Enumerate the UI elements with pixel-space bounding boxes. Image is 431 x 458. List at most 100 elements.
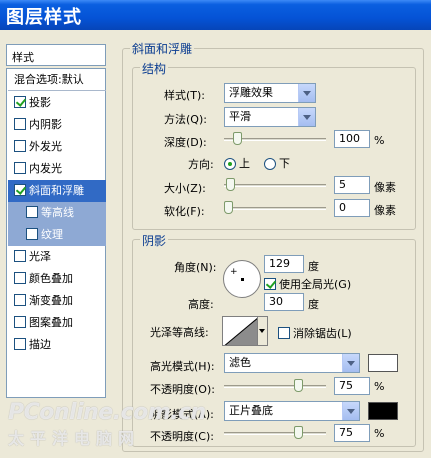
style-label: 样式(T): [164, 89, 206, 102]
pattern-overlay-checkbox[interactable] [14, 316, 26, 328]
direction-up-radio[interactable]: 上 [224, 155, 250, 171]
style-item-inner-glow[interactable]: 内发光 [8, 158, 106, 180]
angle-input[interactable]: 129 [264, 255, 304, 273]
drop-shadow-checkbox[interactable] [14, 96, 26, 108]
gradient-overlay-checkbox[interactable] [14, 294, 26, 306]
title-bar[interactable]: 图层样式 [0, 0, 431, 30]
window-title: 图层样式 [6, 7, 82, 28]
highlight-opacity-input[interactable]: 75 [334, 377, 370, 395]
shadow-mode-select[interactable]: 正片叠底 [224, 401, 360, 421]
radio-icon [224, 158, 236, 170]
soften-input[interactable]: 0 [334, 199, 370, 217]
highlight-mode-select[interactable]: 滤色 [224, 353, 360, 373]
color-overlay-checkbox[interactable] [14, 272, 26, 284]
style-item-label: 颜色叠加 [29, 272, 73, 285]
style-select[interactable]: 浮雕效果 [224, 83, 316, 103]
technique-label: 方法(Q): [164, 113, 207, 126]
size-label: 大小(Z): [164, 182, 206, 195]
direction-down-radio[interactable]: 下 [264, 155, 290, 171]
style-item-bevel-emboss[interactable]: 斜面和浮雕 [8, 180, 106, 202]
inner-shadow-checkbox[interactable] [14, 118, 26, 130]
slider-track [224, 207, 326, 210]
slider-thumb[interactable] [294, 426, 303, 439]
slider-thumb[interactable] [233, 132, 242, 145]
style-item-label: 内阴影 [29, 118, 62, 131]
soften-slider[interactable] [224, 201, 326, 214]
watermark-line1: PConline.com.cn [8, 400, 206, 425]
contour-dropdown-button[interactable] [258, 316, 268, 346]
chevron-down-icon [342, 354, 359, 372]
shadow-color-swatch[interactable] [368, 402, 398, 420]
style-item-label: 纹理 [41, 228, 63, 241]
depth-slider[interactable] [224, 132, 326, 145]
style-item-texture[interactable]: 纹理 [8, 224, 106, 246]
altitude-unit: 度 [308, 298, 319, 311]
radio-icon [264, 158, 276, 170]
style-item-contour[interactable]: 等高线 [8, 202, 106, 224]
style-item-label: 斜面和浮雕 [29, 184, 84, 197]
slider-track [224, 432, 326, 435]
outer-glow-checkbox[interactable] [14, 140, 26, 152]
highlight-color-swatch[interactable] [368, 354, 398, 372]
satin-checkbox[interactable] [14, 250, 26, 262]
anti-alias-checkbox[interactable] [278, 327, 290, 339]
shading-title: 阴影 [140, 232, 169, 249]
shadow-mode-value: 正片叠底 [229, 404, 273, 417]
blend-options-item[interactable]: 混合选项:默认 [8, 69, 106, 91]
anti-alias-label: 消除锯齿(L) [293, 327, 352, 340]
style-item-satin[interactable]: 光泽 [8, 246, 106, 268]
highlight-opacity-unit: % [374, 380, 385, 393]
crosshair-icon: + [230, 267, 238, 277]
slider-thumb[interactable] [294, 379, 303, 392]
gloss-contour-preview[interactable] [222, 316, 258, 346]
section-title: 斜面和浮雕 [130, 40, 195, 57]
style-item-label: 外发光 [29, 140, 62, 153]
style-item-inner-shadow[interactable]: 内阴影 [8, 114, 106, 136]
styles-header[interactable]: 样式 [6, 44, 106, 66]
dial-dot [241, 278, 244, 281]
structure-title: 结构 [140, 60, 169, 77]
chevron-down-icon [342, 402, 359, 420]
style-item-pattern-overlay[interactable]: 图案叠加 [8, 312, 106, 334]
style-item-outer-glow[interactable]: 外发光 [8, 136, 106, 158]
style-item-drop-shadow[interactable]: 投影 [8, 92, 106, 114]
global-light-checkbox[interactable] [264, 278, 276, 290]
depth-label: 深度(D): [164, 136, 207, 149]
direction-up-label: 上 [239, 157, 250, 170]
size-slider[interactable] [224, 178, 326, 191]
style-item-label: 图案叠加 [29, 316, 73, 329]
altitude-label: 高度: [188, 298, 214, 311]
angle-dial[interactable]: + [223, 260, 261, 298]
angle-unit: 度 [308, 260, 319, 273]
anti-alias-checkbox-row[interactable]: 消除锯齿(L) [278, 325, 352, 341]
stroke-checkbox[interactable] [14, 338, 26, 350]
altitude-input[interactable]: 30 [264, 293, 304, 311]
style-item-label: 内发光 [29, 162, 62, 175]
technique-select[interactable]: 平滑 [224, 107, 316, 127]
contour-checkbox[interactable] [26, 206, 38, 218]
style-item-gradient-overlay[interactable]: 渐变叠加 [8, 290, 106, 312]
technique-select-value: 平滑 [229, 110, 251, 123]
shadow-opacity-slider[interactable] [224, 426, 326, 439]
global-light-checkbox-row[interactable]: 使用全局光(G) [264, 276, 351, 292]
texture-checkbox[interactable] [26, 228, 38, 240]
bevel-emboss-checkbox[interactable] [14, 184, 26, 196]
highlight-mode-label: 高光模式(H): [150, 360, 215, 373]
size-input[interactable]: 5 [334, 176, 370, 194]
style-item-label: 光泽 [29, 250, 51, 263]
inner-glow-checkbox[interactable] [14, 162, 26, 174]
slider-thumb[interactable] [226, 178, 235, 191]
style-item-label: 渐变叠加 [29, 294, 73, 307]
highlight-opacity-slider[interactable] [224, 379, 326, 392]
watermark-line2: 太平洋电脑网 [8, 429, 141, 448]
soften-label: 软化(F): [164, 205, 205, 218]
highlight-mode-value: 滤色 [229, 356, 251, 369]
shadow-opacity-input[interactable]: 75 [334, 424, 370, 442]
style-item-stroke[interactable]: 描边 [8, 334, 106, 356]
slider-thumb[interactable] [224, 201, 233, 214]
bevel-emboss-panel: 斜面和浮雕 结构 样式(T): 浮雕效果 方法(Q): 平滑 深度(D): 10… [122, 40, 424, 452]
soften-unit: 像素 [374, 204, 396, 217]
style-item-color-overlay[interactable]: 颜色叠加 [8, 268, 106, 290]
depth-input[interactable]: 100 [334, 130, 370, 148]
blend-options-label: 混合选项:默认 [14, 73, 84, 86]
